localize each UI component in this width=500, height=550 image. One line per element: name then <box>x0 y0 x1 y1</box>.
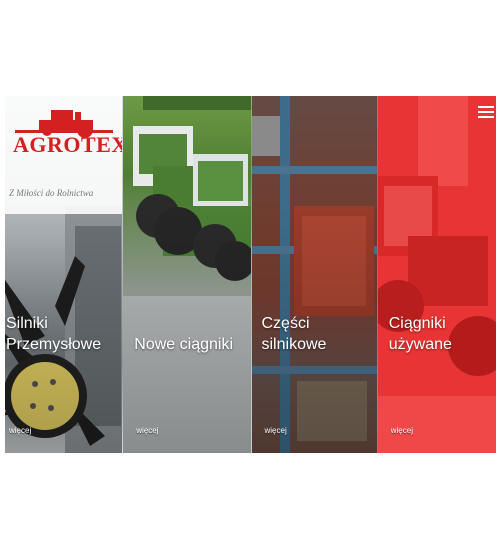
panel-title: Nowe ciągniki <box>134 336 233 353</box>
brand-name: AGROTEX <box>13 132 124 157</box>
panel-silniki-przemyslowe[interactable]: AGROTEX Z Miłości do Rolnictwa Silniki P… <box>5 96 124 453</box>
category-strip: AGROTEX Z Miłości do Rolnictwa Silniki P… <box>5 96 496 453</box>
more-link[interactable]: więcej <box>9 426 31 435</box>
red-tractor-image <box>377 96 496 453</box>
panel-title: Części silnikowe <box>261 315 327 353</box>
more-link[interactable]: więcej <box>391 426 413 435</box>
panel-czesci-silnikowe[interactable]: Części silnikowe więcej <box>251 96 378 453</box>
more-link[interactable]: więcej <box>136 426 158 435</box>
brand-tagline: Z Miłości do Rolnictwa <box>9 188 94 198</box>
panel-title: Silniki Przemysłowe <box>6 315 102 353</box>
brand-logo[interactable]: AGROTEX Z Miłości do Rolnictwa <box>5 96 123 214</box>
more-link[interactable]: więcej <box>265 426 287 435</box>
panel-nowe-ciagniki[interactable]: Nowe ciągniki więcej <box>123 96 252 453</box>
panel-ciagniki-uzywane[interactable]: Ciągniki używane więcej <box>377 96 496 453</box>
hamburger-menu-icon[interactable] <box>478 104 494 120</box>
panel-title: Ciągniki używane <box>388 315 452 353</box>
